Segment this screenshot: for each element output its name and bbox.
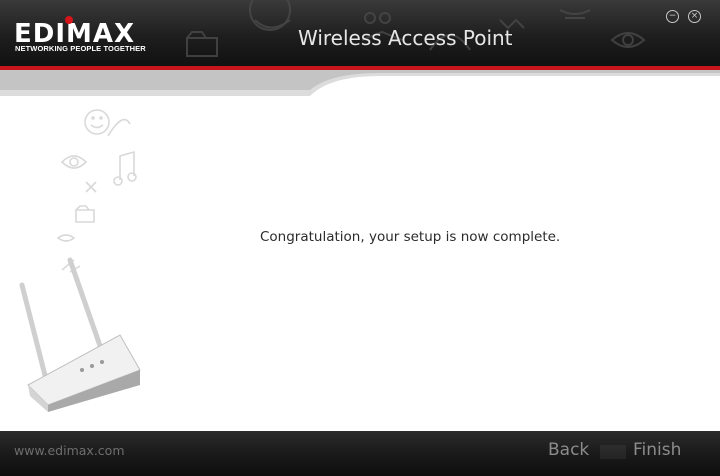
back-button[interactable]: Back	[548, 439, 589, 461]
title-bar: EDIMAX NETWORKING PEOPLE TOGETHER Wirele…	[0, 0, 720, 66]
logo-tagline: NETWORKING PEOPLE TOGETHER	[15, 44, 146, 53]
minimize-icon[interactable]: −	[666, 10, 679, 23]
router-illustration	[19, 109, 141, 412]
footer-bar: www.edimax.com Back Finish	[0, 431, 720, 476]
button-divider	[600, 445, 626, 459]
setup-wizard-window: EDIMAX NETWORKING PEOPLE TOGETHER Wirele…	[0, 0, 720, 476]
edimax-logo: EDIMAX NETWORKING PEOPLE TOGETHER	[14, 16, 154, 56]
finish-button[interactable]: Finish	[633, 439, 681, 461]
header-swoosh	[0, 70, 720, 96]
completion-message: Congratulation, your setup is now comple…	[260, 229, 561, 245]
window-title: Wireless Access Point	[298, 26, 513, 50]
logo-red-dot	[65, 16, 73, 24]
website-link[interactable]: www.edimax.com	[14, 443, 125, 458]
close-icon[interactable]: ×	[688, 10, 701, 23]
